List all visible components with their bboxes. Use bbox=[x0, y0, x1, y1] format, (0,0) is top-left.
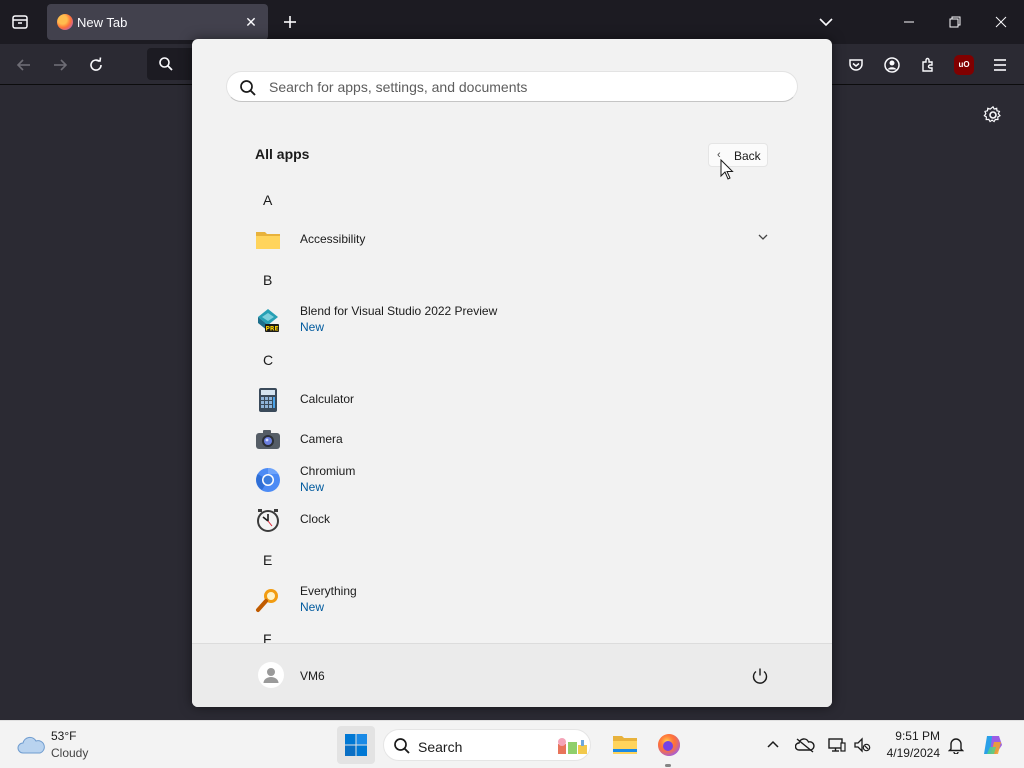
app-name: Everything bbox=[300, 584, 357, 598]
clock-time[interactable]: 9:51 PM bbox=[870, 729, 940, 743]
chevron-down-icon[interactable] bbox=[757, 231, 769, 243]
back-arrow-icon[interactable] bbox=[11, 52, 37, 78]
firefox-icon bbox=[658, 734, 680, 756]
tab-title: New Tab bbox=[77, 15, 128, 30]
browser-tab-bar: New Tab ✕ bbox=[0, 0, 1024, 44]
blend-preview-icon: PRE bbox=[258, 309, 279, 333]
account-icon[interactable] bbox=[879, 52, 905, 78]
chevron-up-icon[interactable] bbox=[763, 735, 783, 755]
app-name: Blend for Visual Studio 2022 Preview bbox=[300, 304, 498, 318]
firefox-favicon-icon bbox=[57, 14, 73, 30]
group-letter[interactable]: A bbox=[263, 192, 272, 208]
svg-text:PRE: PRE bbox=[265, 326, 278, 333]
minimize-icon[interactable] bbox=[897, 10, 921, 34]
start-search-box[interactable] bbox=[226, 71, 798, 102]
group-letter[interactable]: E bbox=[263, 552, 272, 568]
all-apps-title: All apps bbox=[255, 146, 310, 162]
forward-arrow-icon[interactable] bbox=[47, 52, 73, 78]
gear-icon[interactable] bbox=[983, 105, 1003, 125]
back-button-label: Back bbox=[734, 149, 761, 163]
url-search-icon bbox=[159, 57, 173, 71]
calculator-icon bbox=[259, 388, 277, 412]
new-badge: New bbox=[300, 600, 325, 614]
app-item-everything[interactable]: Everything New bbox=[252, 581, 772, 617]
everything-icon bbox=[256, 589, 278, 612]
browser-tab[interactable]: New Tab ✕ bbox=[47, 4, 268, 40]
new-badge: New bbox=[300, 320, 325, 334]
app-name: Camera bbox=[300, 432, 343, 446]
taskbar-search-label: Search bbox=[418, 739, 463, 755]
app-item-clock[interactable]: Clock bbox=[252, 501, 772, 537]
mouse-cursor-icon bbox=[720, 159, 734, 180]
folder-icon bbox=[256, 232, 280, 249]
onedrive-offline-icon[interactable] bbox=[795, 735, 815, 755]
user-avatar-icon bbox=[263, 668, 279, 683]
clock-icon bbox=[257, 509, 279, 532]
camera-icon bbox=[256, 430, 280, 449]
user-avatar[interactable] bbox=[258, 662, 284, 688]
notification-bell-icon[interactable] bbox=[946, 735, 966, 755]
app-name: Calculator bbox=[300, 392, 355, 406]
firefox-taskbar-button[interactable] bbox=[650, 726, 688, 764]
power-icon[interactable] bbox=[750, 666, 770, 686]
close-window-icon[interactable] bbox=[989, 10, 1013, 34]
file-explorer-icon bbox=[613, 736, 637, 754]
group-letter[interactable]: B bbox=[263, 272, 272, 288]
search-icon bbox=[394, 738, 410, 754]
start-button[interactable] bbox=[337, 726, 375, 764]
clock-date[interactable]: 4/19/2024 bbox=[870, 746, 940, 760]
chromium-icon bbox=[256, 468, 280, 492]
app-item-blend-vs-2022-preview[interactable]: PRE Blend for Visual Studio 2022 Preview… bbox=[252, 301, 772, 337]
taskbar-search-box[interactable]: Search bbox=[383, 729, 591, 761]
app-name: Accessibility bbox=[300, 232, 366, 246]
restore-icon[interactable] bbox=[943, 10, 967, 34]
file-explorer-button[interactable] bbox=[606, 726, 644, 764]
display-icon[interactable] bbox=[827, 735, 847, 755]
app-item-accessibility[interactable]: Accessibility bbox=[252, 221, 772, 257]
hamburger-menu-icon[interactable] bbox=[987, 52, 1013, 78]
app-item-calculator[interactable]: Calculator bbox=[252, 381, 772, 417]
list-all-tabs-icon[interactable] bbox=[816, 12, 836, 32]
start-search-input[interactable] bbox=[269, 76, 769, 98]
cloud-icon[interactable] bbox=[16, 733, 46, 757]
app-item-camera[interactable]: Camera bbox=[252, 421, 772, 457]
windows-logo-icon bbox=[345, 734, 367, 756]
back-button[interactable]: ‹ Back bbox=[708, 143, 768, 167]
pocket-icon[interactable] bbox=[843, 52, 869, 78]
new-badge: New bbox=[300, 480, 325, 494]
new-tab-icon[interactable] bbox=[280, 12, 300, 32]
weather-temperature[interactable]: 53°F bbox=[51, 729, 76, 743]
weather-description[interactable]: Cloudy bbox=[51, 746, 88, 760]
ublock-origin-icon[interactable]: uO bbox=[954, 55, 974, 75]
user-name[interactable]: VM6 bbox=[300, 669, 325, 683]
group-letter[interactable]: C bbox=[263, 352, 273, 368]
reload-icon[interactable] bbox=[83, 52, 109, 78]
close-tab-icon[interactable]: ✕ bbox=[242, 13, 260, 31]
app-name: Clock bbox=[300, 512, 331, 526]
app-item-chromium[interactable]: Chromium New bbox=[252, 461, 772, 497]
tab-overview-icon[interactable] bbox=[8, 10, 32, 34]
running-indicator bbox=[665, 764, 671, 767]
copilot-icon[interactable] bbox=[981, 733, 1005, 757]
app-name: Chromium bbox=[300, 464, 356, 478]
taskbar: 53°F Cloudy Search 9:51 PM 4/19/2024 bbox=[0, 720, 1024, 768]
start-menu: All apps ‹ Back A Accessibility B PRE Bl… bbox=[192, 39, 832, 707]
search-highlight-icon bbox=[558, 738, 587, 754]
extensions-icon[interactable] bbox=[915, 52, 941, 78]
search-icon bbox=[240, 80, 256, 96]
start-footer: VM6 bbox=[192, 643, 832, 707]
volume-muted-icon[interactable] bbox=[852, 735, 872, 755]
